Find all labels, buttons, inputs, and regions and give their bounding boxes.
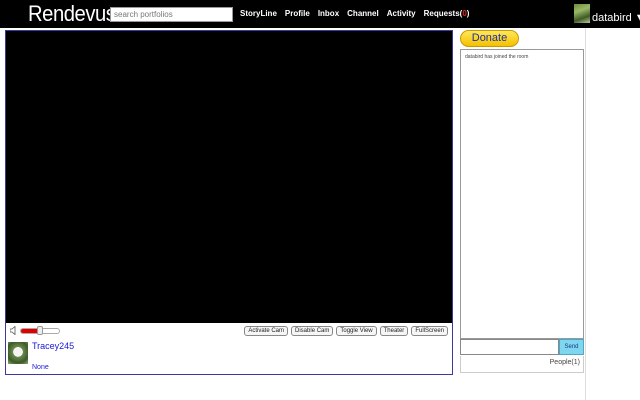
donate-button[interactable]: Donate [460,30,519,47]
activate-cam-button[interactable]: Activate Cam [244,326,289,336]
top-navbar: Rendevus StoryLine Profile Inbox Channel… [0,0,640,28]
requests-count-badge: 0 [462,9,467,18]
sidebar-divider [585,28,586,400]
disable-cam-button[interactable]: Disable Cam [291,326,334,336]
host-status: None [32,364,49,371]
user-menu[interactable]: databird ▼ [592,12,640,24]
chat-log[interactable]: databird has joined the room [460,49,584,339]
volume-handle[interactable] [37,326,43,335]
people-panel: People(1) [460,356,584,373]
chat-input[interactable] [460,339,559,355]
toggle-view-button[interactable]: Toggle View [336,326,377,336]
people-count[interactable]: People(1) [550,359,580,366]
nav-profile[interactable]: Profile [285,9,310,18]
fullscreen-button[interactable]: FullScreen [411,326,448,336]
theater-button[interactable]: Theater [379,326,409,336]
host-avatar[interactable] [8,342,28,364]
video-panel: Activate Cam Disable Cam Toggle View The… [5,30,453,375]
player-buttons: Activate Cam Disable Cam Toggle View The… [244,326,448,336]
nav-storyline[interactable]: StoryLine [240,9,277,18]
nav-channel[interactable]: Channel [347,9,379,18]
site-logo[interactable]: Rendevus [28,1,116,27]
nav-requests-label: Requests [423,9,460,18]
send-button[interactable]: Send [559,339,584,355]
video-stream[interactable] [6,31,452,323]
host-name-link[interactable]: Tracey245 [32,341,74,351]
search-input[interactable] [110,7,233,22]
player-controls: Activate Cam Disable Cam Toggle View The… [6,323,452,339]
main-nav: StoryLine Profile Inbox Channel Activity… [240,9,469,18]
speaker-icon[interactable] [10,326,18,335]
nav-requests[interactable]: Requests(0) [424,9,470,18]
user-avatar[interactable] [574,4,590,23]
nav-inbox[interactable]: Inbox [318,9,339,18]
chat-message: databird has joined the room [465,54,529,60]
nav-activity[interactable]: Activity [387,9,416,18]
